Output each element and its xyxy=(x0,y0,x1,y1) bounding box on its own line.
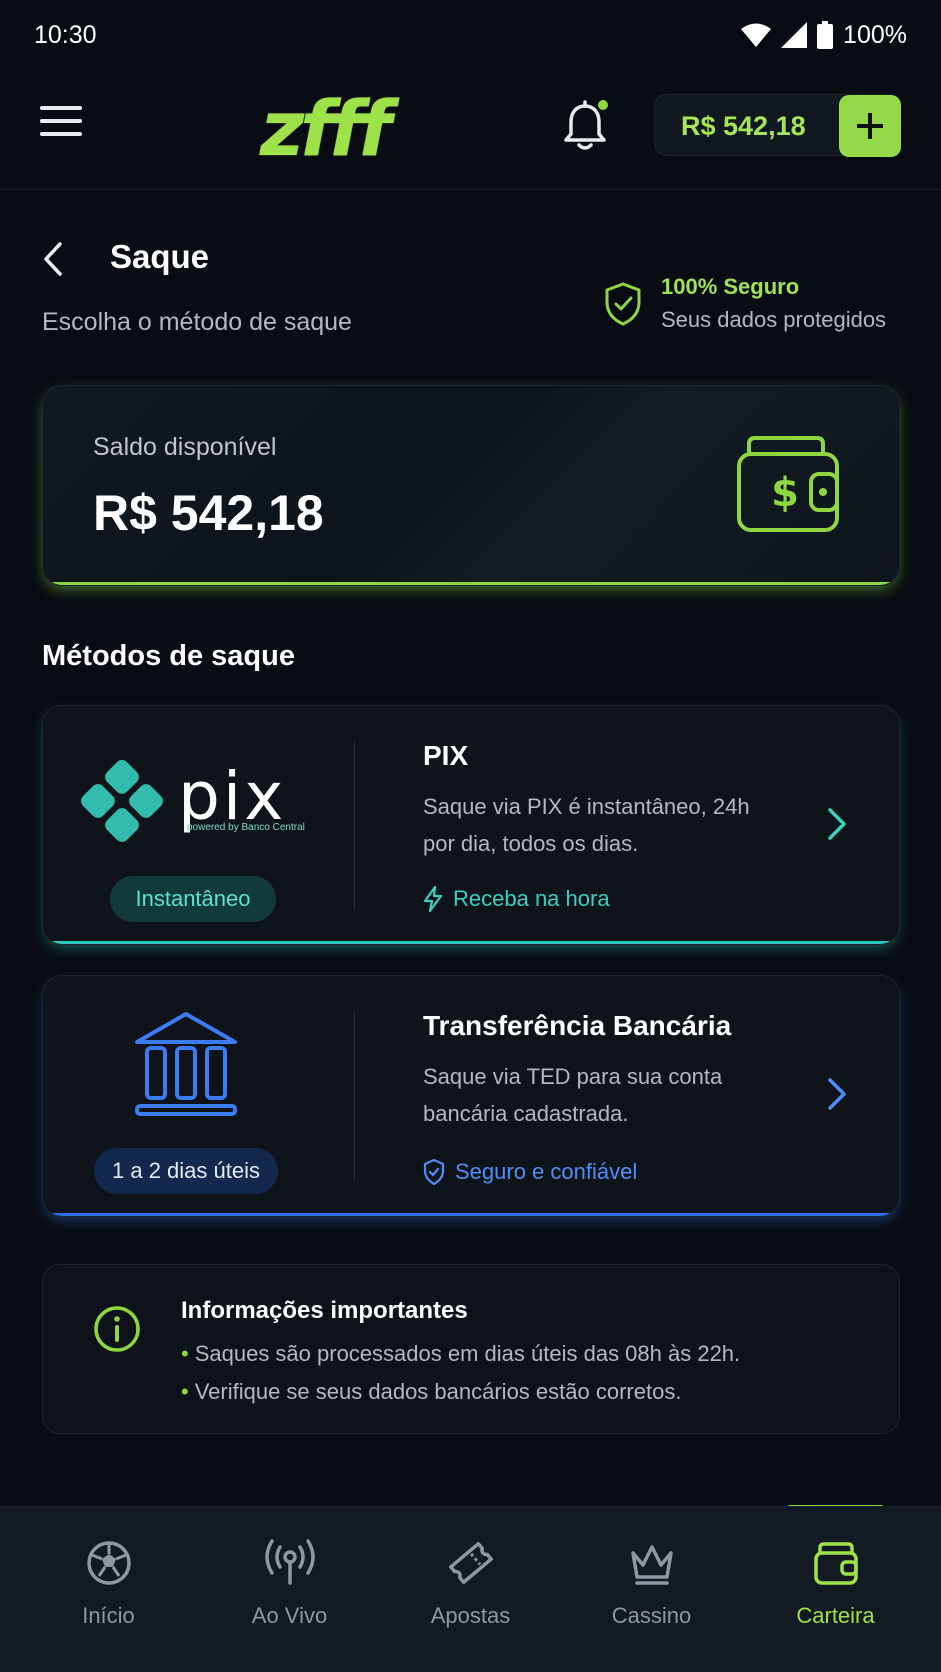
divider xyxy=(354,742,355,910)
shield-check-icon xyxy=(605,282,641,326)
bullet: • xyxy=(181,1379,189,1404)
info-item: • Saques são processados em dias úteis da… xyxy=(181,1335,740,1373)
wifi-icon xyxy=(741,23,772,47)
nav-label: Cassino xyxy=(611,1603,692,1628)
pix-feature-label: Receba na hora xyxy=(453,886,610,911)
security-title: 100% Seguro xyxy=(661,274,800,299)
bullet: • xyxy=(181,1341,189,1366)
menu-icon-line xyxy=(40,119,82,123)
info-item-text: Verifique se seus dados bancários estão … xyxy=(194,1379,682,1404)
lightning-icon xyxy=(423,886,443,912)
available-balance-value: R$ 542,18 xyxy=(93,485,324,541)
bank-transfer-method-card[interactable]: 1 a 2 dias úteis Transferência Bancária … xyxy=(42,975,900,1217)
status-bar: 10:30 100% xyxy=(0,0,941,70)
bank-time-badge: 1 a 2 dias úteis xyxy=(94,1148,278,1194)
divider xyxy=(354,1012,355,1180)
menu-icon-line xyxy=(40,106,82,110)
app-header: zfff R$ 542,18 xyxy=(0,70,941,190)
header-balance-value: R$ 542,18 xyxy=(681,111,806,141)
notification-dot xyxy=(596,98,610,112)
bank-building-icon xyxy=(135,1012,237,1116)
info-item-text: Saques são processados em dias úteis das… xyxy=(194,1341,741,1366)
ticket-icon xyxy=(448,1542,493,1584)
bank-description: Saque via TED para sua conta bancária ca… xyxy=(423,1064,723,1126)
security-badge: 100% Seguro Seus dados protegidos xyxy=(604,272,904,342)
important-info-card: Informações importantes • Saques são proc… xyxy=(42,1264,900,1434)
svg-text:$: $ xyxy=(771,470,799,516)
nav-item-cassino[interactable]: Cassino xyxy=(561,1507,742,1672)
available-balance-label: Saldo disponível xyxy=(93,433,277,461)
pix-diamond-icon xyxy=(81,760,163,842)
brand-logo[interactable]: zfff xyxy=(260,84,391,173)
bottom-navigation: Início Ao Vivo Apostas Cassino Carteira xyxy=(0,1506,941,1672)
battery-level: 100% xyxy=(843,20,907,49)
nav-label: Ao Vivo xyxy=(251,1603,328,1628)
wallet-icon xyxy=(813,1542,858,1585)
live-broadcast-icon xyxy=(264,1539,315,1585)
security-subtitle: Seus dados protegidos xyxy=(661,307,887,332)
page-title: Saque xyxy=(110,238,210,275)
pix-description: Saque via PIX é instantâneo, 24h por dia… xyxy=(423,794,750,856)
soccer-ball-icon xyxy=(86,1541,131,1585)
menu-icon-line xyxy=(40,132,82,136)
add-funds-button[interactable] xyxy=(839,95,901,157)
pix-speed-badge: Instantâneo xyxy=(110,876,276,922)
wallet-dollar-icon: $ xyxy=(737,436,839,532)
menu-button[interactable] xyxy=(40,106,82,146)
chevron-right-icon xyxy=(828,1078,846,1110)
crown-icon xyxy=(630,1545,673,1585)
pix-method-card[interactable]: pix powered by Banco Central Instantâneo… xyxy=(42,705,900,945)
nav-label: Início xyxy=(82,1603,135,1628)
page-subtitle: Escolha o método de saque xyxy=(42,308,352,336)
nav-item-inicio[interactable]: Início xyxy=(18,1507,199,1672)
back-chevron-icon[interactable] xyxy=(38,240,68,278)
pix-feature: Receba na hora xyxy=(423,886,610,912)
status-time: 10:30 xyxy=(34,20,97,49)
bank-feature-label: Seguro e confiável xyxy=(455,1159,638,1184)
available-balance-card: Saldo disponível R$ 542,18 $ xyxy=(42,385,900,586)
nav-item-ao-vivo[interactable]: Ao Vivo xyxy=(199,1507,380,1672)
methods-section-title: Métodos de saque xyxy=(42,640,295,672)
info-list: • Saques são processados em dias úteis da… xyxy=(181,1335,740,1411)
header-balance[interactable]: R$ 542,18 xyxy=(654,94,901,157)
battery-icon xyxy=(817,21,834,49)
pix-title: PIX xyxy=(423,740,469,771)
info-title: Informações importantes xyxy=(181,1297,468,1324)
pix-tagline: powered by Banco Central xyxy=(187,822,305,833)
bank-title: Transferência Bancária xyxy=(423,1010,732,1041)
chevron-right-icon xyxy=(828,808,846,840)
nav-label: Carteira xyxy=(796,1603,875,1628)
signal-icon xyxy=(781,22,808,48)
plus-icon xyxy=(857,113,883,139)
status-icons: 100% xyxy=(741,21,907,50)
nav-item-apostas[interactable]: Apostas xyxy=(380,1507,561,1672)
shield-check-icon xyxy=(423,1159,445,1185)
info-item: • Verifique se seus dados bancários estão… xyxy=(181,1373,740,1411)
bank-feature: Seguro e confiável xyxy=(423,1159,637,1185)
nav-label: Apostas xyxy=(430,1603,511,1628)
info-icon xyxy=(94,1306,140,1352)
nav-item-carteira[interactable]: Carteira xyxy=(745,1507,926,1672)
